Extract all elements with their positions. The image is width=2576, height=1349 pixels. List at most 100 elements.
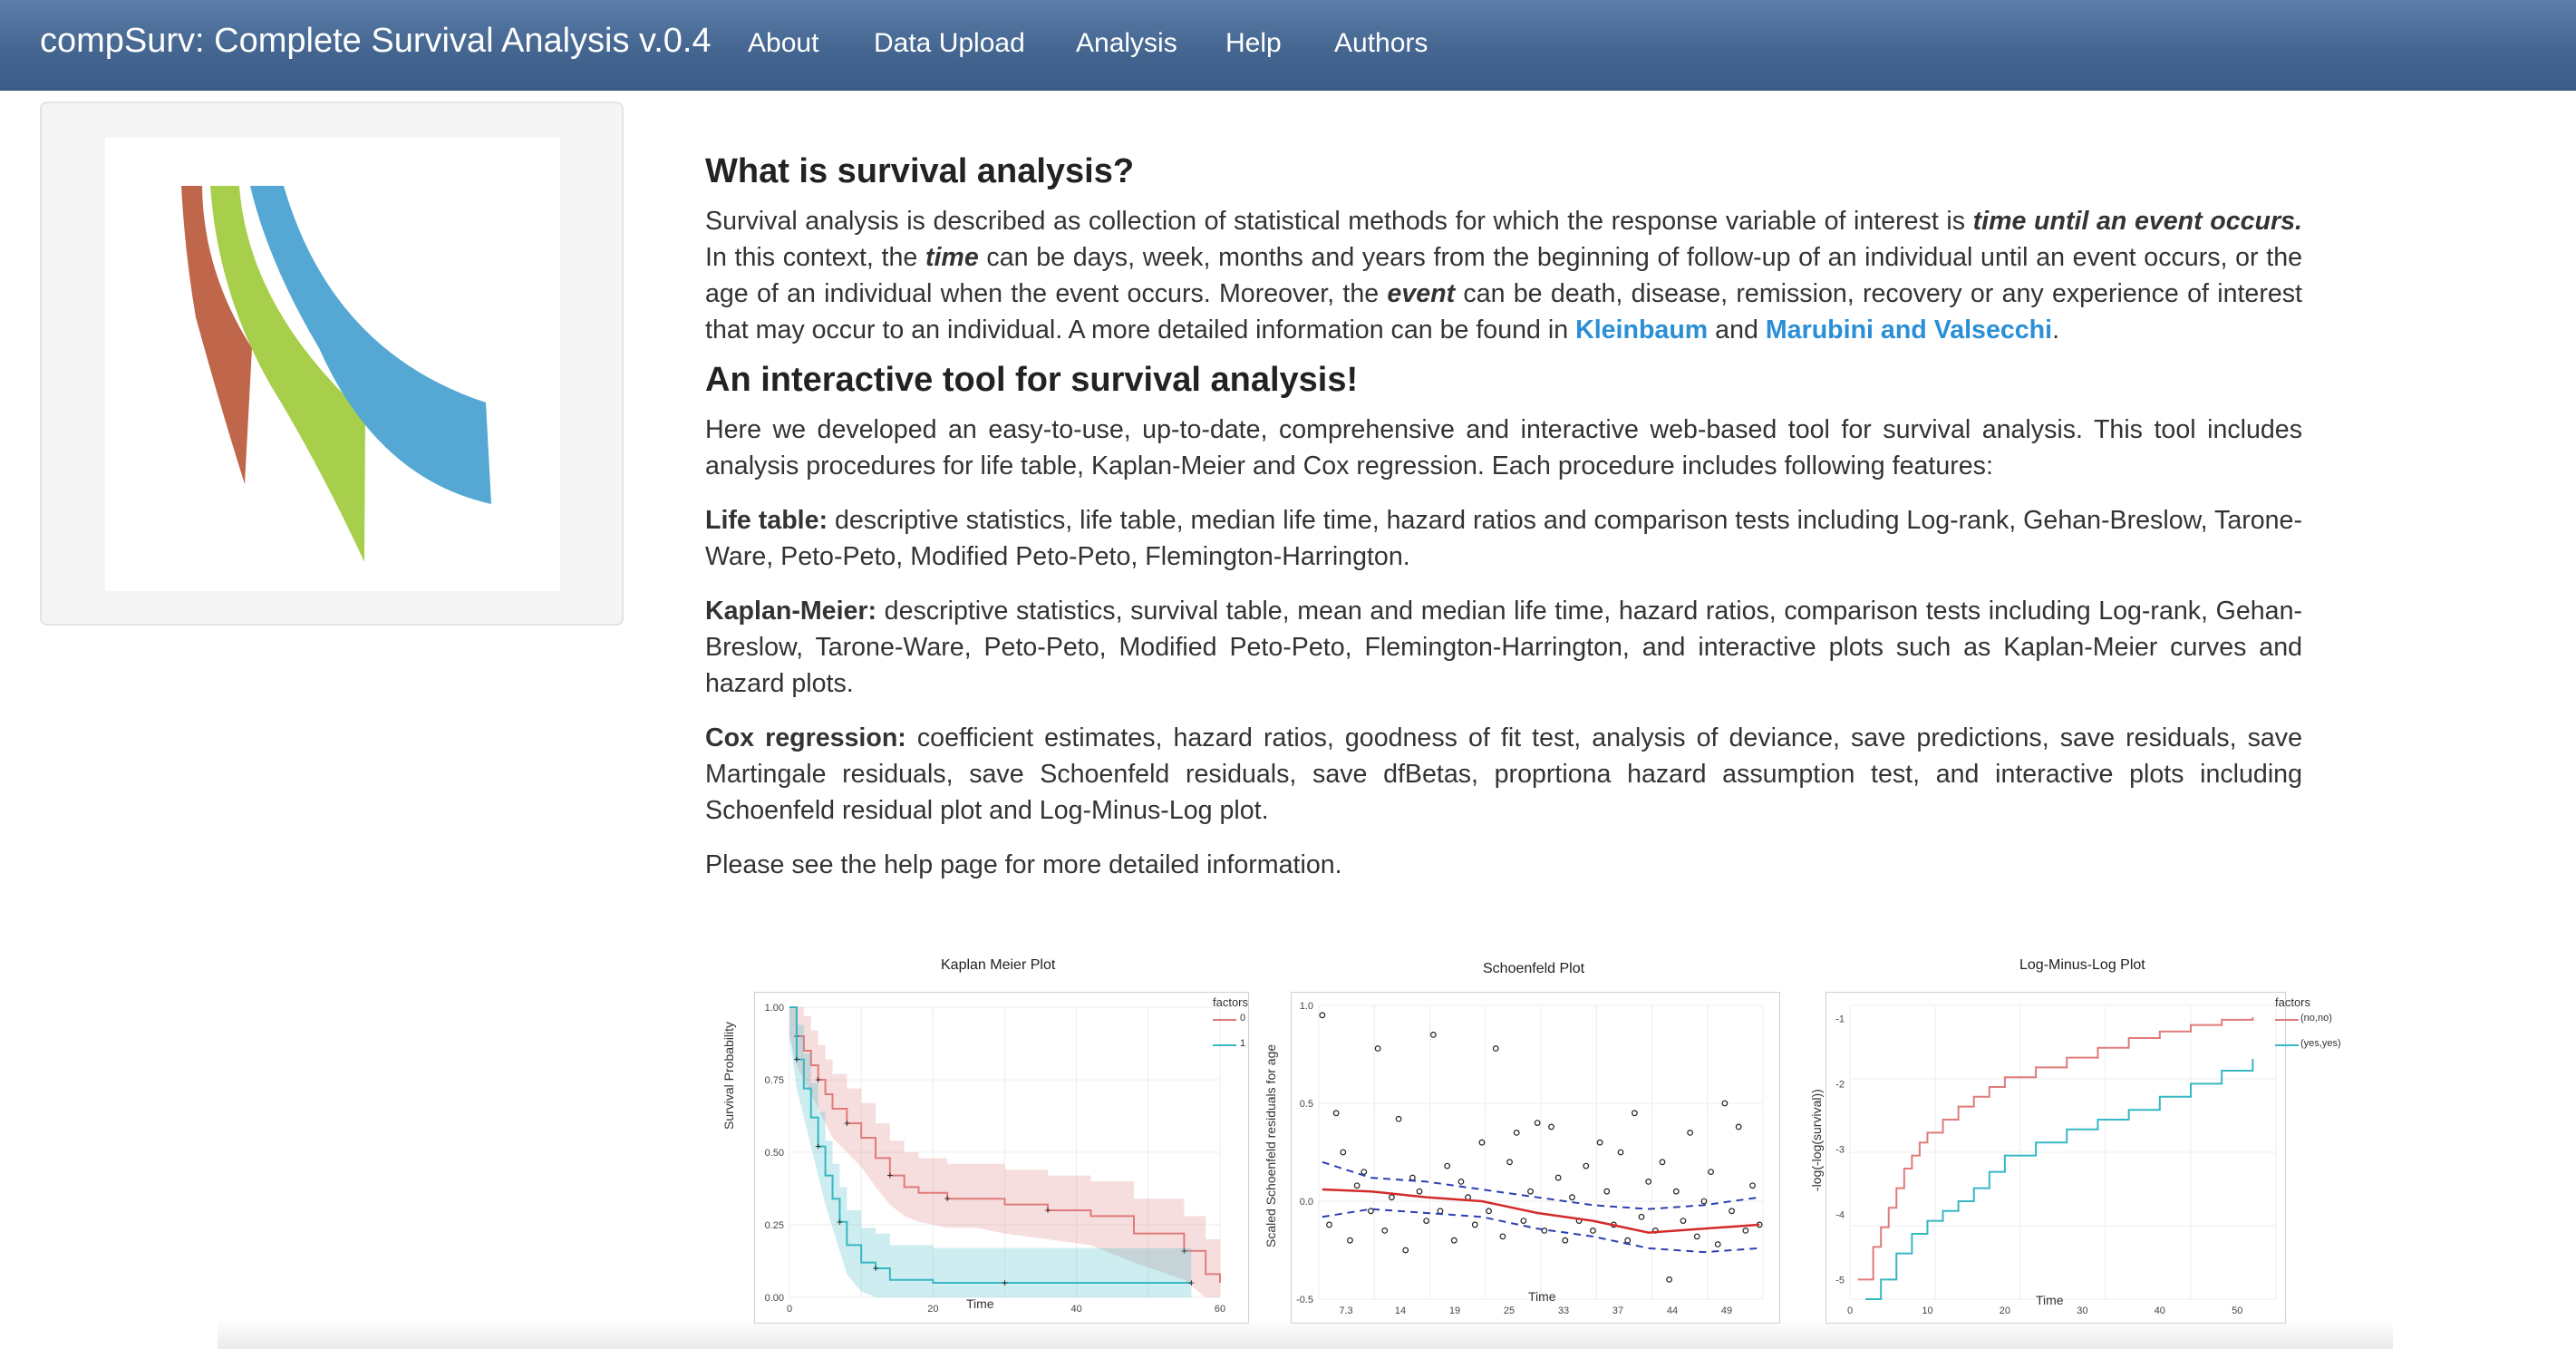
schoenfeld-point — [1437, 1208, 1444, 1215]
schoenfeld-point — [1326, 1221, 1332, 1228]
schoenfeld-point — [1624, 1237, 1632, 1244]
paragraph-tool-intro: Here we developed an easy-to-use, up-to-… — [705, 415, 2302, 480]
schoenfeld-point — [1735, 1123, 1742, 1131]
schoenfeld-xtick: 37 — [1612, 1305, 1623, 1316]
schoenfeld-point — [1423, 1218, 1430, 1225]
schoenfeld-point — [1534, 1120, 1541, 1127]
schoenfeld-point — [1457, 1178, 1465, 1185]
km-legend-item-1: 1 — [1240, 1038, 1246, 1049]
schoenfeld-ytick: 1.0 — [1300, 1001, 1313, 1012]
app-brand[interactable]: compSurv: Complete Survival Analysis v.0… — [40, 22, 712, 61]
schoenfeld-point — [1603, 1188, 1611, 1195]
lml-legend-item-0: (no,no) — [2300, 1013, 2332, 1024]
schoenfeld-point — [1742, 1228, 1749, 1234]
schoenfeld-xtick: 49 — [1721, 1305, 1732, 1316]
schoenfeld-point — [1590, 1228, 1596, 1234]
km-plot-title: Kaplan Meier Plot — [941, 957, 1056, 973]
schoenfeld-point — [1729, 1208, 1735, 1215]
km-censor-mark: + — [872, 1262, 878, 1275]
schoenfeld-xlabel: Time — [1528, 1289, 1556, 1304]
nav-tab-authors[interactable]: Authors — [1334, 28, 1428, 59]
schoenfeld-point — [1381, 1228, 1389, 1234]
lml-ytick: -5 — [1835, 1275, 1845, 1286]
paragraph-cox-regression: Cox regression: coefficient estimates, h… — [705, 723, 2302, 825]
schoenfeld-plot-title: Schoenfeld Plot — [1483, 961, 1585, 976]
schoenfeld-xtick: 19 — [1449, 1305, 1460, 1316]
nav-tab-help[interactable]: Help — [1225, 28, 1282, 59]
sidebar-panel — [40, 102, 624, 626]
schoenfeld-point — [1631, 1110, 1638, 1117]
schoenfeld-point — [1680, 1218, 1687, 1225]
schoenfeld-point — [1471, 1221, 1478, 1228]
km-censor-mark: + — [944, 1192, 951, 1205]
paragraph-life-table: Life table: descriptive statistics, life… — [705, 506, 2302, 571]
nav-tab-analysis[interactable]: Analysis — [1076, 28, 1177, 59]
nav-tab-about[interactable]: About — [748, 28, 818, 59]
km-legend-swatch-0 — [1213, 1019, 1236, 1021]
km-legend-swatch-1 — [1213, 1044, 1236, 1046]
schoenfeld-point — [1361, 1169, 1368, 1176]
schoenfeld-ylabel: Scaled Schoenfeld residuals for age — [1264, 1043, 1278, 1247]
lml-ytick: -3 — [1835, 1144, 1845, 1155]
lml-plot-area: 0 10 20 30 40 50 -1 -2 -3 -4 -5 — [1825, 992, 2286, 1324]
km-legend-item-0: 0 — [1240, 1013, 1246, 1024]
lml-plot-svg: 0 10 20 30 40 50 -1 -2 -3 -4 -5 — [1835, 1004, 2277, 1316]
schoenfeld-point — [1347, 1237, 1353, 1244]
schoenfeld-point — [1492, 1045, 1499, 1052]
lml-xtick: 10 — [1922, 1305, 1932, 1316]
schoenfeld-ytick: 0.5 — [1300, 1099, 1313, 1110]
km-censor-mark: + — [1044, 1204, 1051, 1217]
schoenfeld-xtick: 33 — [1558, 1305, 1569, 1316]
lml-ytick: -4 — [1835, 1209, 1845, 1220]
schoenfeld-point — [1332, 1110, 1340, 1117]
paragraph-help-note: Please see the help page for more detail… — [705, 850, 1342, 879]
km-censor-mark: + — [793, 1053, 799, 1066]
heading-interactive-tool: An interactive tool for survival analysi… — [705, 361, 1359, 399]
schoenfeld-xtick: 14 — [1395, 1305, 1406, 1316]
km-ytick: 0.75 — [765, 1075, 784, 1086]
schoenfeld-point — [1749, 1182, 1756, 1189]
schoenfeld-point — [1340, 1149, 1347, 1156]
lml-xtick: 0 — [1847, 1305, 1853, 1316]
schoenfeld-point — [1353, 1182, 1361, 1189]
schoenfeld-point — [1617, 1149, 1624, 1156]
km-ytick: 0.00 — [765, 1293, 784, 1304]
schoenfeld-point — [1409, 1174, 1416, 1181]
link-kleinbaum[interactable]: Kleinbaum — [1575, 315, 1708, 345]
example-plots: Kaplan Meier Plot + + + + + + + + + + + + +0 20 40 60 0.… — [703, 948, 2341, 1324]
schoenfeld-point — [1708, 1169, 1714, 1176]
schoenfeld-point — [1687, 1129, 1694, 1136]
schoenfeld-xtick: 25 — [1504, 1305, 1515, 1316]
bottom-shadow — [218, 1319, 2393, 1349]
km-xtick: 60 — [1215, 1304, 1225, 1315]
schoenfeld-point — [1562, 1237, 1569, 1244]
schoenfeld-point — [1554, 1174, 1562, 1181]
schoenfeld-ytick: 0.0 — [1300, 1197, 1313, 1208]
schoenfeld-point — [1638, 1213, 1645, 1220]
lml-ylabel: -log(-log(survival)) — [1809, 1089, 1824, 1191]
lml-ytick: -1 — [1835, 1014, 1845, 1024]
navbar: compSurv: Complete Survival Analysis v.0… — [0, 0, 2576, 91]
schoenfeld-point — [1319, 1012, 1326, 1019]
km-xtick: 20 — [927, 1304, 938, 1315]
lml-xlabel: Time — [2036, 1293, 2064, 1307]
schoenfeld-point — [1388, 1194, 1395, 1201]
schoenfeld-point — [1659, 1159, 1666, 1166]
schoenfeld-plot-area: 7.3 14 19 25 33 37 44 49 -0.5 0.0 0.5 1.0 — [1291, 992, 1780, 1324]
schoenfeld-ytick: -0.5 — [1296, 1295, 1313, 1305]
lml-ytick: -2 — [1835, 1079, 1845, 1090]
schoenfeld-point — [1714, 1241, 1721, 1247]
km-plot-area: + + + + + + + + + + + + +0 20 40 60 0.00 0.25 0.50 0.75 1.00 — [754, 992, 1249, 1324]
schoenfeld-point — [1666, 1276, 1673, 1283]
km-plot-svg: ++++++++++++ +0 20 40 600.000.250.500.751.00 — [765, 1003, 1226, 1315]
link-marubini-valsecchi[interactable]: Marubini and Valsecchi — [1766, 315, 2052, 345]
schoenfeld-xtick: 7.3 — [1339, 1305, 1352, 1316]
schoenfeld-point — [1486, 1208, 1492, 1215]
schoenfeld-xtick: 44 — [1667, 1305, 1678, 1316]
km-ytick: 0.50 — [765, 1148, 784, 1159]
schoenfeld-point — [1548, 1123, 1554, 1131]
logo-container — [105, 138, 560, 591]
schoenfeld-point — [1583, 1162, 1590, 1169]
heading-what-is-survival: What is survival analysis? — [705, 152, 1135, 190]
nav-tab-data-upload[interactable]: Data Upload — [874, 28, 1025, 59]
